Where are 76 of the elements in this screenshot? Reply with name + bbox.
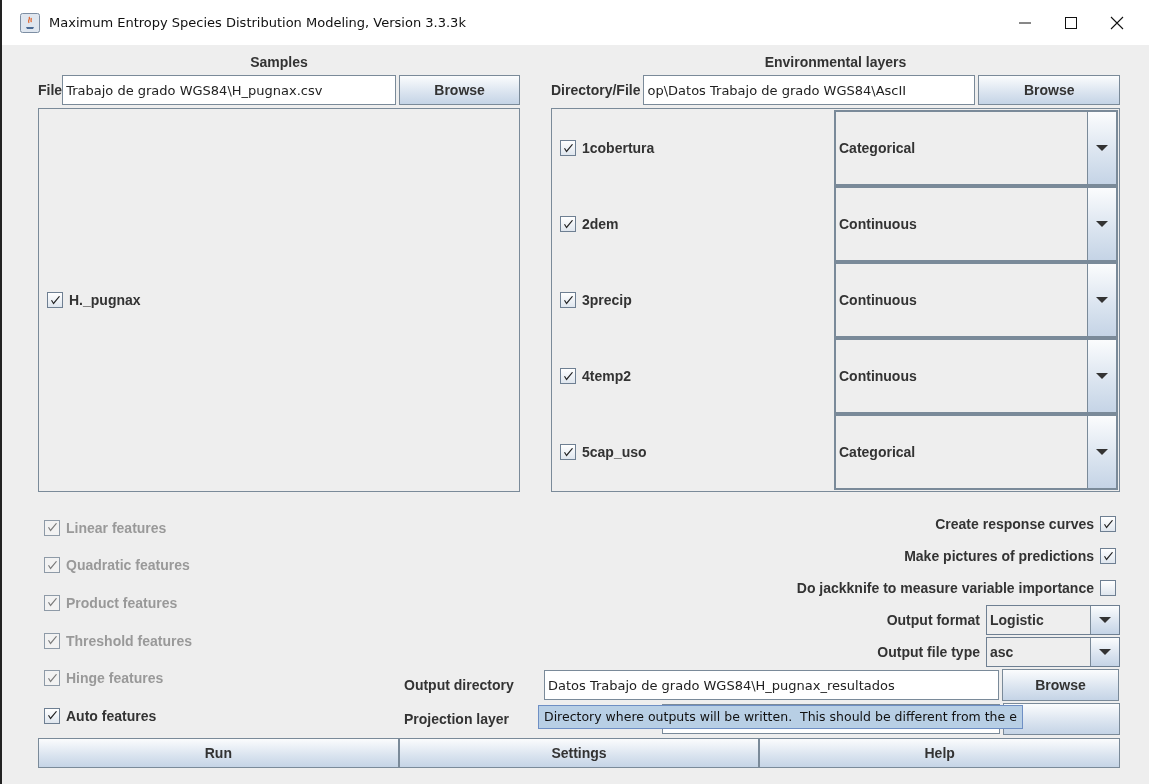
caret-icon — [1099, 648, 1111, 656]
layer-label: 1cobertura — [582, 140, 655, 156]
option-label: Output file type — [877, 644, 980, 660]
check-icon — [47, 598, 57, 608]
checkbox[interactable] — [1100, 516, 1116, 532]
minimize-icon — [1018, 21, 1032, 24]
option-label: Create response curves — [935, 516, 1094, 532]
feature-label: Auto features — [66, 707, 157, 724]
output-directory-field[interactable]: Datos Trabajo de grado WGS84\H_pugnax_resultados — [544, 670, 999, 700]
check-icon — [563, 295, 573, 305]
field-label: File — [38, 82, 63, 98]
layer-label: 3precip — [582, 292, 632, 308]
check-icon — [47, 673, 57, 683]
checkbox[interactable] — [47, 292, 63, 308]
caret-icon — [1096, 372, 1108, 380]
option-label: Do jackknife to measure variable importance — [796, 580, 1094, 596]
dropdown[interactable]: Categorical — [834, 110, 1118, 186]
feature-label: Linear features — [66, 519, 167, 536]
action-button[interactable]: Settings — [398, 738, 760, 768]
field-label: Output directory — [403, 677, 515, 693]
check-icon — [563, 143, 573, 153]
dropdown[interactable]: Categorical — [834, 414, 1118, 490]
checkbox[interactable] — [1100, 548, 1116, 564]
option-label: Make pictures of predictions — [904, 548, 1094, 564]
checkbox[interactable] — [560, 140, 576, 156]
check-icon — [1103, 551, 1113, 561]
feature-label: Threshold features — [66, 632, 193, 649]
checkbox[interactable] — [560, 292, 576, 308]
caret-icon — [1099, 616, 1111, 624]
browse-button[interactable]: Browse — [399, 75, 520, 105]
directory-field[interactable]: op\Datos Trabajo de grado WGS84\AscII — [643, 75, 976, 105]
layer-label: 4temp2 — [582, 368, 632, 384]
layer-label: 2dem — [582, 216, 619, 232]
layer-label: 5cap_uso — [582, 444, 647, 460]
dropdown[interactable]: Continuous — [834, 186, 1118, 262]
checkbox[interactable] — [1100, 580, 1116, 596]
check-icon — [563, 219, 573, 229]
app-icon — [20, 12, 40, 33]
check-icon — [47, 560, 57, 570]
tooltip: Directory where outputs will be written. This should be different from the e — [538, 705, 1023, 729]
window-title: Maximum Entropy Species Distribution Modeling, Version 3.3.3k — [49, 15, 466, 30]
caret-icon — [1096, 144, 1108, 152]
browse-button[interactable]: Browse — [978, 75, 1120, 105]
checkbox[interactable] — [560, 368, 576, 384]
close-icon — [1110, 15, 1124, 30]
checkbox[interactable] — [560, 444, 576, 460]
species-label: H._pugnax — [69, 292, 141, 308]
check-icon — [47, 523, 57, 533]
feature-label: Product features — [66, 595, 178, 611]
checkbox[interactable] — [44, 707, 60, 724]
action-button[interactable]: Run — [38, 738, 399, 768]
check-icon — [563, 371, 573, 381]
section-heading: Environmental layers — [764, 53, 907, 72]
dropdown[interactable]: asc — [986, 637, 1120, 667]
maximize-icon — [1064, 15, 1078, 30]
browse-button[interactable]: Browse — [1002, 669, 1119, 701]
caret-icon — [1096, 296, 1108, 304]
feature-label: Quadratic features — [66, 557, 190, 574]
option-label: Output format — [886, 612, 980, 628]
checkbox[interactable] — [560, 216, 576, 232]
check-icon — [50, 295, 60, 305]
field-label: Projection layer — [403, 711, 510, 727]
check-icon — [1103, 519, 1113, 529]
section-heading: Samples — [250, 53, 308, 72]
check-icon — [563, 447, 573, 457]
feature-label: Hinge features — [66, 670, 164, 687]
check-icon — [47, 711, 57, 721]
dropdown[interactable]: Continuous — [834, 262, 1118, 338]
dropdown[interactable]: Logistic — [986, 605, 1120, 635]
caret-icon — [1096, 220, 1108, 228]
field-label: Directory/File — [551, 82, 641, 98]
caret-icon — [1096, 448, 1108, 456]
check-icon — [47, 636, 57, 646]
file-field[interactable]: Trabajo de grado WGS84\H_pugnax.csv — [62, 75, 397, 105]
dropdown[interactable]: Continuous — [834, 338, 1118, 414]
action-button[interactable]: Help — [759, 738, 1120, 768]
